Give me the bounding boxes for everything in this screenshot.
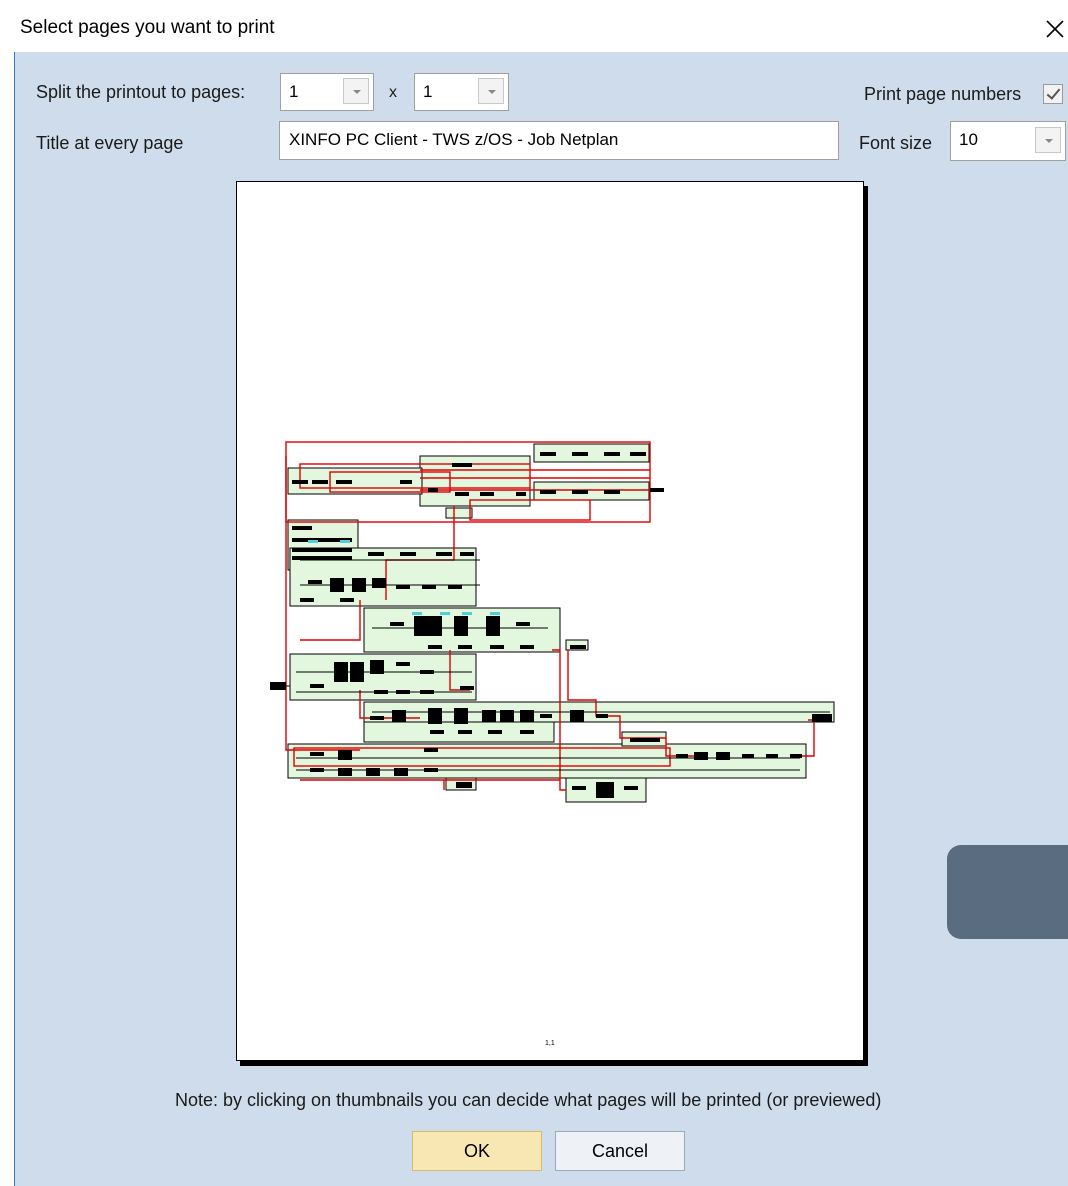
netplan-diagram [270,441,835,803]
page-numbers-checkbox[interactable] [1043,84,1063,104]
title-label: Title at every page [36,133,184,153]
font-size-label: Font size [859,133,933,153]
floating-panel [947,845,1068,939]
page-numbers-label: Print page numbers [864,84,1022,104]
chevron-down-icon[interactable] [1035,127,1061,153]
split-times-label: x [389,84,397,101]
page-thumbnail[interactable]: 1,1 [236,181,864,1061]
title-input[interactable]: XINFO PC Client - TWS z/OS - Job Netplan [279,121,839,160]
font-size-combo[interactable]: 10 [950,121,1066,161]
split-label: Split the printout to pages: [36,82,246,102]
chevron-down-icon[interactable] [478,78,504,104]
split-rows-combo[interactable]: 1 [414,73,509,111]
page-number: 1,1 [545,1040,555,1047]
split-columns-combo[interactable]: 1 [280,73,374,111]
chevron-down-icon[interactable] [343,78,369,104]
ok-button[interactable]: OK [412,1131,542,1171]
dialog-titlebar: Select pages you want to print [0,0,1068,52]
dialog-title: Select pages you want to print [20,17,275,38]
cancel-button[interactable]: Cancel [555,1131,685,1171]
note-text: Note: by clicking on thumbnails you can … [175,1090,882,1110]
close-icon[interactable] [1042,16,1068,42]
